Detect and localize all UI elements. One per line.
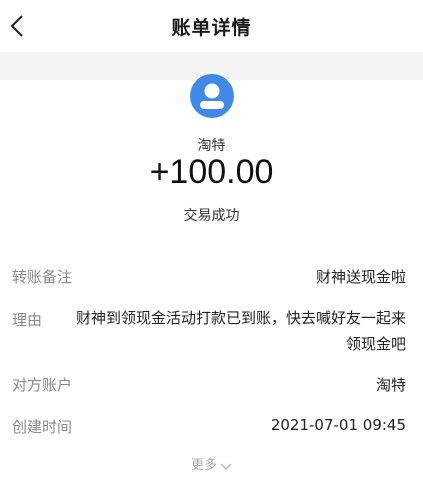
created-time-label: 创建时间 <box>12 418 73 436</box>
remark-label: 转账备注 <box>12 268 73 286</box>
avatar <box>190 74 234 118</box>
more-label: 更多 <box>190 458 217 473</box>
user-icon <box>200 83 224 109</box>
transaction-status: 交易成功 <box>183 208 240 224</box>
counterparty-label: 对方账户 <box>12 376 73 394</box>
reason-label: 理由 <box>12 311 43 329</box>
transaction-amount: +100.00 <box>149 153 274 191</box>
reason-value: 财神到领现金活动打款已到账，快去喊好友一起来领现金吧 <box>76 309 407 353</box>
created-time-value: 2021-07-01 09:45 <box>270 416 406 434</box>
counterparty-value: 淘特 <box>375 376 406 394</box>
remark-value: 财神送现金啦 <box>315 268 406 286</box>
top-bar: 账单详情 <box>0 0 423 52</box>
more-button[interactable]: 更多 <box>0 454 423 473</box>
page-title: 账单详情 <box>171 17 252 39</box>
chevron-down-icon <box>220 463 232 470</box>
payee-name: 淘特 <box>197 138 226 154</box>
